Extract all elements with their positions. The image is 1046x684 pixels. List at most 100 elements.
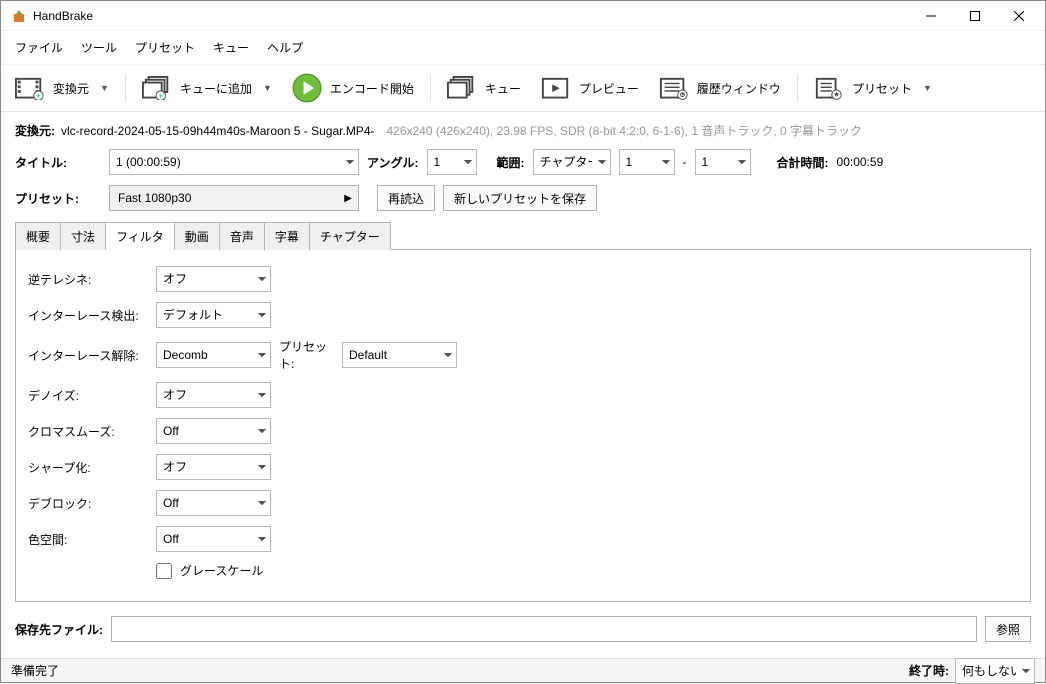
preset-reload-button[interactable]: 再読込 bbox=[377, 185, 435, 211]
endtime-label: 終了時: bbox=[909, 662, 949, 679]
toolbar-separator bbox=[125, 74, 126, 102]
tab-strip: 概要 寸法 フィルタ 動画 音声 字幕 チャプター bbox=[15, 221, 1031, 249]
window-titlebar: HandBrake bbox=[1, 1, 1045, 31]
minimize-button[interactable] bbox=[909, 2, 953, 30]
sharpen-label: シャープ化: bbox=[28, 459, 148, 476]
save-path-input[interactable] bbox=[111, 616, 977, 642]
toolbar-source-label: 変換元 bbox=[53, 80, 89, 97]
chevron-right-icon: ▶ bbox=[344, 193, 352, 204]
tab-dimensions[interactable]: 寸法 bbox=[60, 222, 106, 250]
save-label: 保存先ファイル: bbox=[15, 621, 103, 638]
browse-button[interactable]: 参照 bbox=[985, 616, 1031, 642]
maximize-button[interactable] bbox=[953, 2, 997, 30]
menu-tools[interactable]: ツール bbox=[73, 35, 125, 60]
filters-panel: 逆テレシネ: オフ インターレース検出: デフォルト インターレース解除: De… bbox=[15, 249, 1031, 602]
toolbar: + 変換元 ▼ + キューに追加 ▼ エンコード開始 キュー プレビュー 履歴ウ… bbox=[1, 65, 1045, 112]
toolbar-presets-label: プリセット bbox=[852, 80, 912, 97]
denoise-label: デノイズ: bbox=[28, 387, 148, 404]
presets-icon bbox=[814, 75, 844, 101]
angle-label: アングル: bbox=[367, 154, 419, 171]
chroma-select[interactable]: Off bbox=[156, 418, 271, 444]
title-label: タイトル: bbox=[15, 154, 101, 171]
toolbar-history-label: 履歴ウィンドウ bbox=[697, 80, 781, 97]
film-icon: + bbox=[15, 75, 45, 101]
menu-file[interactable]: ファイル bbox=[7, 35, 71, 60]
preset-saveas-button[interactable]: 新しいプリセットを保存 bbox=[443, 185, 597, 211]
play-icon bbox=[292, 75, 322, 101]
menu-presets[interactable]: プリセット bbox=[127, 35, 203, 60]
toolbar-addqueue-label: キューに追加 bbox=[180, 80, 252, 97]
tabs-container: 概要 寸法 フィルタ 動画 音声 字幕 チャプター 逆テレシネ: オフ インター… bbox=[15, 221, 1031, 602]
detelecine-select[interactable]: オフ bbox=[156, 266, 271, 292]
tab-subtitles[interactable]: 字幕 bbox=[264, 222, 310, 250]
title-select[interactable]: 1 (00:00:59) bbox=[109, 149, 359, 175]
main-content: 変換元: vlc-record-2024-05-15-09h44m40s-Mar… bbox=[1, 112, 1045, 658]
angle-select[interactable]: 1 bbox=[427, 149, 477, 175]
preset-select[interactable]: Fast 1080p30 ▶ bbox=[109, 185, 359, 211]
app-icon bbox=[11, 8, 27, 24]
total-time-value: 00:00:59 bbox=[837, 155, 884, 169]
tab-chapters[interactable]: チャプター bbox=[309, 222, 391, 250]
range-to-select[interactable]: 1 bbox=[695, 149, 751, 175]
queue-add-icon: + bbox=[142, 75, 172, 101]
grayscale-label: グレースケール bbox=[180, 562, 263, 579]
status-bar: 準備完了 終了時: 何もしない bbox=[1, 658, 1045, 682]
tab-audio[interactable]: 音声 bbox=[219, 222, 265, 250]
toolbar-queue-label: キュー bbox=[485, 80, 521, 97]
deblock-label: デブロック: bbox=[28, 495, 148, 512]
tab-filters[interactable]: フィルタ bbox=[105, 222, 175, 250]
toolbar-history-button[interactable]: 履歴ウィンドウ bbox=[651, 71, 789, 105]
title-row: タイトル: 1 (00:00:59) アングル: 1 範囲: チャプター 1 -… bbox=[15, 149, 1031, 175]
history-icon bbox=[659, 75, 689, 101]
grayscale-input[interactable] bbox=[156, 563, 172, 579]
preset-value: Fast 1080p30 bbox=[118, 191, 191, 205]
source-file: vlc-record-2024-05-15-09h44m40s-Maroon 5… bbox=[61, 124, 374, 138]
deint-select[interactable]: Decomb bbox=[156, 342, 271, 368]
sharpen-select[interactable]: オフ bbox=[156, 454, 271, 480]
grayscale-checkbox[interactable]: グレースケール bbox=[156, 562, 457, 579]
deblock-select[interactable]: Off bbox=[156, 490, 271, 516]
toolbar-preview-label: プレビュー bbox=[579, 80, 639, 97]
toolbar-source-button[interactable]: + 変換元 ▼ bbox=[7, 71, 117, 105]
toolbar-separator bbox=[430, 74, 431, 102]
colorspace-select[interactable]: Off bbox=[156, 526, 271, 552]
intdetect-select[interactable]: デフォルト bbox=[156, 302, 271, 328]
range-type-select[interactable]: チャプター bbox=[533, 149, 611, 175]
deint-preset-select[interactable]: Default bbox=[342, 342, 457, 368]
range-dash: - bbox=[683, 155, 687, 169]
close-button[interactable] bbox=[997, 2, 1041, 30]
toolbar-presets-button[interactable]: プリセット ▼ bbox=[806, 71, 940, 105]
tab-video[interactable]: 動画 bbox=[174, 222, 220, 250]
deint-preset-label: プリセット: bbox=[279, 338, 334, 372]
endtime-select[interactable]: 何もしない bbox=[955, 658, 1035, 684]
toolbar-separator bbox=[797, 74, 798, 102]
range-label: 範囲: bbox=[497, 154, 525, 171]
queue-icon bbox=[447, 75, 477, 101]
window-title: HandBrake bbox=[33, 9, 909, 23]
colorspace-label: 色空間: bbox=[28, 531, 148, 548]
toolbar-encode-button[interactable]: エンコード開始 bbox=[284, 71, 422, 105]
toolbar-queue-button[interactable]: キュー bbox=[439, 71, 529, 105]
chevron-down-icon: ▼ bbox=[100, 83, 109, 93]
svg-text:+: + bbox=[36, 90, 41, 100]
tab-summary[interactable]: 概要 bbox=[15, 222, 61, 250]
deint-label: インターレース解除: bbox=[28, 347, 148, 364]
detelecine-label: 逆テレシネ: bbox=[28, 271, 148, 288]
preview-icon bbox=[541, 75, 571, 101]
source-info-row: 変換元: vlc-record-2024-05-15-09h44m40s-Mar… bbox=[15, 122, 1031, 139]
preset-row: プリセット: Fast 1080p30 ▶ 再読込 新しいプリセットを保存 bbox=[15, 185, 1031, 211]
range-from-select[interactable]: 1 bbox=[619, 149, 675, 175]
source-label: 変換元: bbox=[15, 122, 55, 139]
denoise-select[interactable]: オフ bbox=[156, 382, 271, 408]
intdetect-label: インターレース検出: bbox=[28, 307, 148, 324]
svg-text:+: + bbox=[158, 90, 163, 100]
preset-label: プリセット: bbox=[15, 190, 101, 207]
menu-queue[interactable]: キュー bbox=[205, 35, 257, 60]
source-details: 426x240 (426x240), 23.98 FPS, SDR (8-bit… bbox=[386, 122, 862, 139]
toolbar-add-queue-button[interactable]: + キューに追加 ▼ bbox=[134, 71, 280, 105]
menu-help[interactable]: ヘルプ bbox=[259, 35, 311, 60]
total-time-label: 合計時間: bbox=[777, 154, 829, 171]
chevron-down-icon: ▼ bbox=[263, 83, 272, 93]
toolbar-preview-button[interactable]: プレビュー bbox=[533, 71, 647, 105]
save-row: 保存先ファイル: 参照 bbox=[15, 612, 1031, 648]
